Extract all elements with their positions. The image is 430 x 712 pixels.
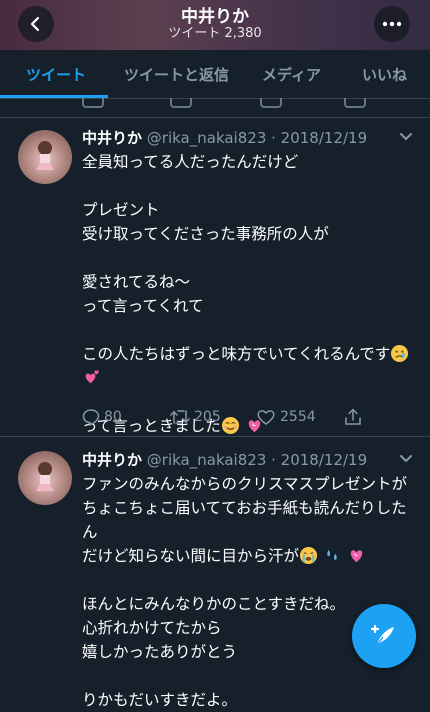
tweet-line: だけど知らない間に目から汗が <box>82 544 417 568</box>
author-name[interactable]: 中井りか <box>82 129 142 147</box>
tweet-line: 全員知ってる人だったんだけど <box>82 153 299 171</box>
more-button[interactable] <box>374 6 410 42</box>
tweet-line <box>82 174 417 198</box>
like-icon <box>257 410 275 425</box>
compose-icon <box>370 624 394 646</box>
profile-tabs: ツイート ツイートと返信 メディア いいね <box>0 50 430 99</box>
avatar[interactable] <box>18 130 72 184</box>
more-dots-icon <box>382 21 402 27</box>
sparkling-heart-emoji-icon <box>350 550 363 563</box>
retweet-count: 205 <box>194 409 221 425</box>
crying-face-emoji-icon <box>391 344 409 363</box>
tweet-line: りかもだいすきだよ。 <box>82 691 238 709</box>
retweet-icon <box>170 98 192 108</box>
avatar-image <box>36 462 54 491</box>
share-icon <box>345 408 361 425</box>
tweet-menu-button[interactable] <box>398 450 414 470</box>
tweet-line <box>82 246 417 270</box>
previous-tweet-actions <box>0 98 430 112</box>
tab-tweets[interactable]: ツイート <box>26 64 86 85</box>
two-hearts-emoji-icon <box>85 370 99 384</box>
tweet-line: プレゼント <box>82 201 160 219</box>
chevron-down-icon <box>400 133 412 141</box>
tweet-line <box>82 366 417 390</box>
reply-button[interactable]: 80 <box>82 408 122 426</box>
author-handle[interactable]: @rika_nakai823 <box>147 129 267 147</box>
tweet-line: って言ってくれて <box>82 297 204 315</box>
share-icon <box>344 98 366 108</box>
tweet-line: 愛されてるね〜 <box>82 273 191 291</box>
avatar-image <box>36 141 54 170</box>
tweet-line: この人たちはずっと味方でいてくれるんです <box>82 342 417 366</box>
reply-icon <box>82 409 100 426</box>
tweet-line: ちょこちょこ届いてておお手紙も読んだりしたん <box>82 499 407 541</box>
avatar[interactable] <box>18 451 72 505</box>
chevron-down-icon <box>400 455 412 463</box>
like-button[interactable]: 2554 <box>256 408 316 426</box>
tweet[interactable]: 中井りか @rika_nakai823 · 2018/12/19 全員知ってる人… <box>0 118 430 436</box>
retweet-icon <box>170 410 190 424</box>
sweat-droplets-emoji-icon <box>327 549 337 561</box>
tweet-date[interactable]: · 2018/12/19 <box>271 129 367 147</box>
like-icon <box>260 98 282 108</box>
reply-icon <box>82 98 104 108</box>
retweet-button[interactable]: 205 <box>170 408 221 426</box>
tab-likes[interactable]: いいね <box>362 64 407 85</box>
tab-tweets-and-replies[interactable]: ツイートと返信 <box>124 64 229 85</box>
share-button[interactable] <box>344 408 362 426</box>
author-handle[interactable]: @rika_nakai823 <box>147 451 267 469</box>
profile-header: 中井りか ツイート 2,380 <box>0 0 430 50</box>
tweet-line <box>82 318 417 342</box>
tweet-text: 全員知ってる人だったんだけど プレゼント 受け取ってくださった事務所の人が 愛さ… <box>82 150 417 438</box>
author-name[interactable]: 中井りか <box>82 451 142 469</box>
tab-media[interactable]: メディア <box>262 64 321 85</box>
reply-count: 80 <box>104 409 122 425</box>
tweet-line <box>82 664 417 688</box>
tweet-menu-button[interactable] <box>398 128 414 148</box>
tweet-line: ファンのみんなからのクリスマスプレゼントが <box>82 475 408 493</box>
sobbing-face-emoji-icon <box>299 546 318 565</box>
compose-tweet-button[interactable] <box>352 604 416 668</box>
tweet-date[interactable]: · 2018/12/19 <box>271 451 367 469</box>
tweet-text: ファンのみんなからのクリスマスプレゼントが ちょこちょこ届いてておお手紙も読んだ… <box>82 472 417 712</box>
tweet-count: ツイート 2,380 <box>168 26 262 41</box>
tweet-actions: 80 205 2554 <box>82 408 382 430</box>
tweet-line <box>82 568 417 592</box>
like-count: 2554 <box>280 409 316 425</box>
tweet-line: 受け取ってくださった事務所の人が <box>82 225 329 243</box>
